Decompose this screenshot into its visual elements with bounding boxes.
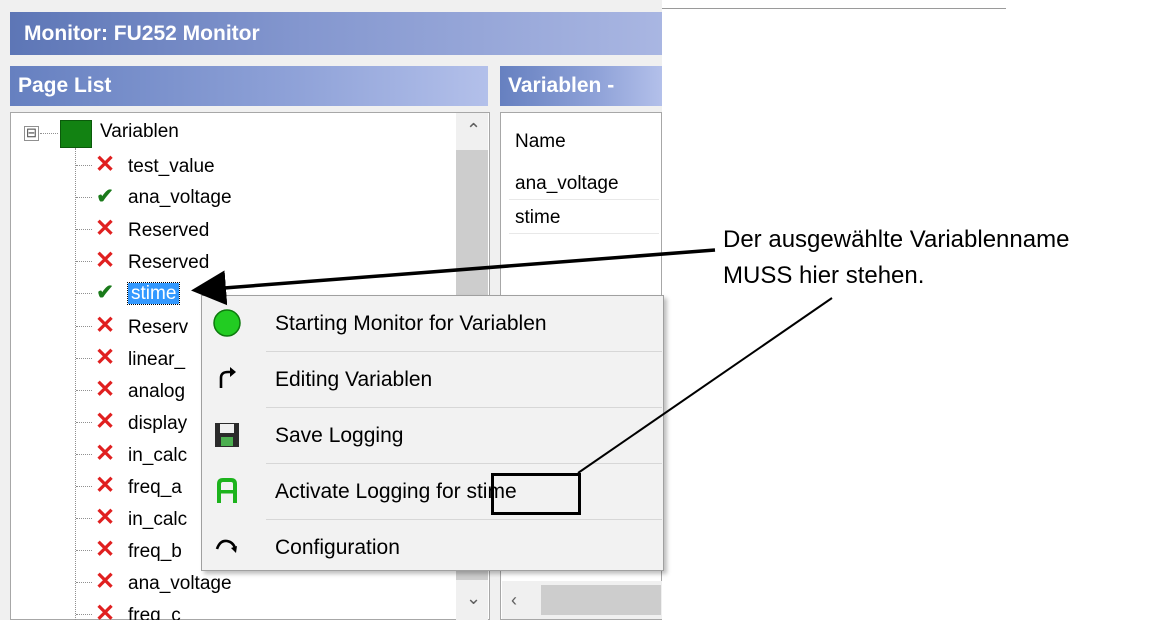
- arrow-to-menu-item: [577, 297, 833, 474]
- annotation-arrows: [191, 248, 833, 474]
- arrow-to-selected-item: [191, 248, 716, 306]
